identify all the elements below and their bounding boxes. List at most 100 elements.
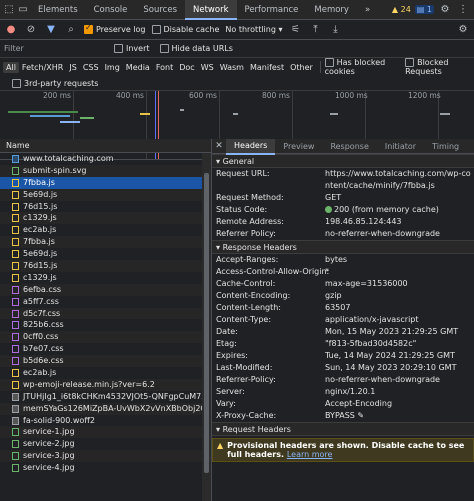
header-row: X-Proxy-Cache: BYPASS ✎ [212,410,474,422]
type-filter-font[interactable]: Font [153,62,176,73]
request-row[interactable]: ec2ab.js [0,224,211,236]
filter-icon[interactable]: ▼ [44,23,58,37]
request-row[interactable]: ec2ab.js [0,367,211,379]
request-row[interactable]: service-4.jpg [0,462,211,474]
type-filter-js[interactable]: JS [66,62,79,73]
header-value: BYPASS ✎ [325,410,364,422]
request-row[interactable]: memSYaGs126MiZpBA-UvWbX2vVnXBbObj2OVZyO [0,402,211,415]
request-row[interactable]: 6efba.css [0,283,211,296]
checkbox-icon [324,58,334,67]
network-conditions-icon[interactable]: ⚟ [289,23,303,37]
request-row[interactable]: fa-solid-900.woff2 [0,415,211,427]
details-tab-initiator[interactable]: Initiator [377,139,424,154]
messages-badge[interactable]: ▤ 1 [414,5,434,14]
learn-more-link[interactable]: Learn more [287,450,333,459]
warnings-badge[interactable]: ▲ 24 [392,5,411,14]
font-file-icon [12,392,19,401]
request-row[interactable]: 7fbba.js [0,236,211,249]
tab-memory[interactable]: Memory [306,0,357,20]
request-row[interactable]: 7fbba.js [0,176,211,189]
hide-data-urls-checkbox[interactable]: Hide data URLs [159,44,233,53]
type-filter-other[interactable]: Other [287,62,316,73]
tab-console[interactable]: Console [86,0,136,20]
type-filter-media[interactable]: Media [123,62,153,73]
request-row[interactable]: service-1.jpg [0,426,211,439]
chevron-down-icon: ▾ [278,25,283,34]
response-headers-section-header[interactable]: ▾ Response Headers [212,240,474,254]
export-har-icon[interactable]: ⤓ [329,23,343,37]
request-headers-section-header[interactable]: ▾ Request Headers [212,422,474,436]
request-row[interactable]: service-3.jpg [0,450,211,463]
name-column-header[interactable]: Name [0,139,211,153]
details-tab-response[interactable]: Response [322,139,376,154]
request-list-scrollbar[interactable] [202,153,211,501]
settings-gear-icon[interactable]: ⚙ [438,3,452,17]
details-tab-headers[interactable]: Headers [226,139,276,155]
third-party-checkbox[interactable]: 3rd-party requests [0,76,474,90]
blocked-cookies-checkbox[interactable]: Has blocked cookies [324,58,399,76]
preserve-log-checkbox[interactable]: Preserve log [84,23,146,34]
type-filter-doc[interactable]: Doc [176,62,197,73]
header-name: Request URL: [216,169,270,178]
tab-performance[interactable]: Performance [237,0,307,20]
message-icon: ▤ [416,5,425,14]
type-filter-ws[interactable]: WS [198,62,217,73]
request-row[interactable]: 5e69d.js [0,248,211,260]
header-value-text: nginx/1.20.1 [325,387,376,396]
type-filter-fetchxhr[interactable]: Fetch/XHR [19,62,66,73]
header-value-text: https://www.totalcaching.com/wp-content/… [325,169,471,190]
scroll-thumb[interactable] [204,173,209,473]
tab-elements[interactable]: Elements [30,0,86,20]
type-filter-all[interactable]: All [3,61,19,73]
throttling-select[interactable]: No throttling ▾ [225,25,282,34]
request-row[interactable]: 76d15.js [0,260,211,272]
type-filter-img[interactable]: Img [102,62,123,73]
header-value: bytes [325,254,347,266]
header-name: Referrer-Policy: [216,375,276,384]
header-value-text: no-referrer-when-downgrade [325,229,440,238]
details-tab-preview[interactable]: Preview [275,139,322,154]
filter-input[interactable]: Filter [4,44,104,53]
close-icon[interactable]: ✕ [212,139,226,153]
import-har-icon[interactable]: ⤒ [309,23,323,37]
request-row[interactable]: 5e69d.js [0,188,211,201]
invert-checkbox[interactable]: Invert [114,44,150,53]
device-toolbar-icon[interactable]: ▭ [16,3,30,17]
type-filter-css[interactable]: CSS [80,62,102,73]
request-row[interactable]: wp-emoji-release.min.js?ver=6.2 [0,378,211,391]
devtools-tabbar: ⬚ ▭ Elements Console Sources Network Perform… [0,0,474,20]
header-row: Etag: "f813-5fbad30d4582c" [212,338,474,350]
disable-cache-checkbox[interactable]: Disable cache [151,25,219,34]
type-filter-manifest[interactable]: Manifest [247,62,287,73]
timeline-bar [330,113,338,115]
request-row[interactable]: b5d6e.css [0,355,211,368]
blocked-requests-checkbox[interactable]: Blocked Requests [405,58,471,76]
header-name: Expires: [216,351,248,360]
request-row[interactable]: 825b6.css [0,319,211,331]
request-row[interactable]: d5c7f.css [0,307,211,320]
request-row[interactable]: c1329.js [0,212,211,225]
request-row[interactable]: 76d15.js [0,201,211,213]
request-row[interactable]: submit-spin.svg [0,164,211,177]
request-row[interactable]: 0cff0.css [0,331,211,344]
details-tab-timing[interactable]: Timing [424,139,467,154]
request-row[interactable]: b7e07.css [0,343,211,355]
inspect-element-icon[interactable]: ⬚ [2,3,16,17]
clear-icon[interactable]: ⊘ [24,23,38,37]
tab-sources[interactable]: Sources [135,0,185,20]
more-tabs-icon[interactable]: » [357,0,378,20]
request-row[interactable]: a5ff7.css [0,296,211,308]
request-row[interactable]: www.totalcaching.com [0,153,211,165]
search-icon[interactable]: ⌕ [64,23,78,37]
request-name: ec2ab.js [23,368,57,378]
tab-network[interactable]: Network [185,0,237,20]
request-row[interactable]: c1329.js [0,272,211,284]
request-row[interactable]: service-2.jpg [0,438,211,450]
general-section-header[interactable]: ▾ General [212,154,474,168]
request-row[interactable]: JTUHjIg1_i6t8kCHKm4532VJOt5-QNFgpCuM73w5… [0,391,211,403]
more-options-icon[interactable]: ⋮ [456,3,470,17]
css-file-icon [12,321,19,330]
record-stop-icon[interactable]: ● [4,23,18,37]
type-filter-wasm[interactable]: Wasm [217,62,247,73]
network-settings-gear-icon[interactable]: ⚙ [456,23,470,37]
